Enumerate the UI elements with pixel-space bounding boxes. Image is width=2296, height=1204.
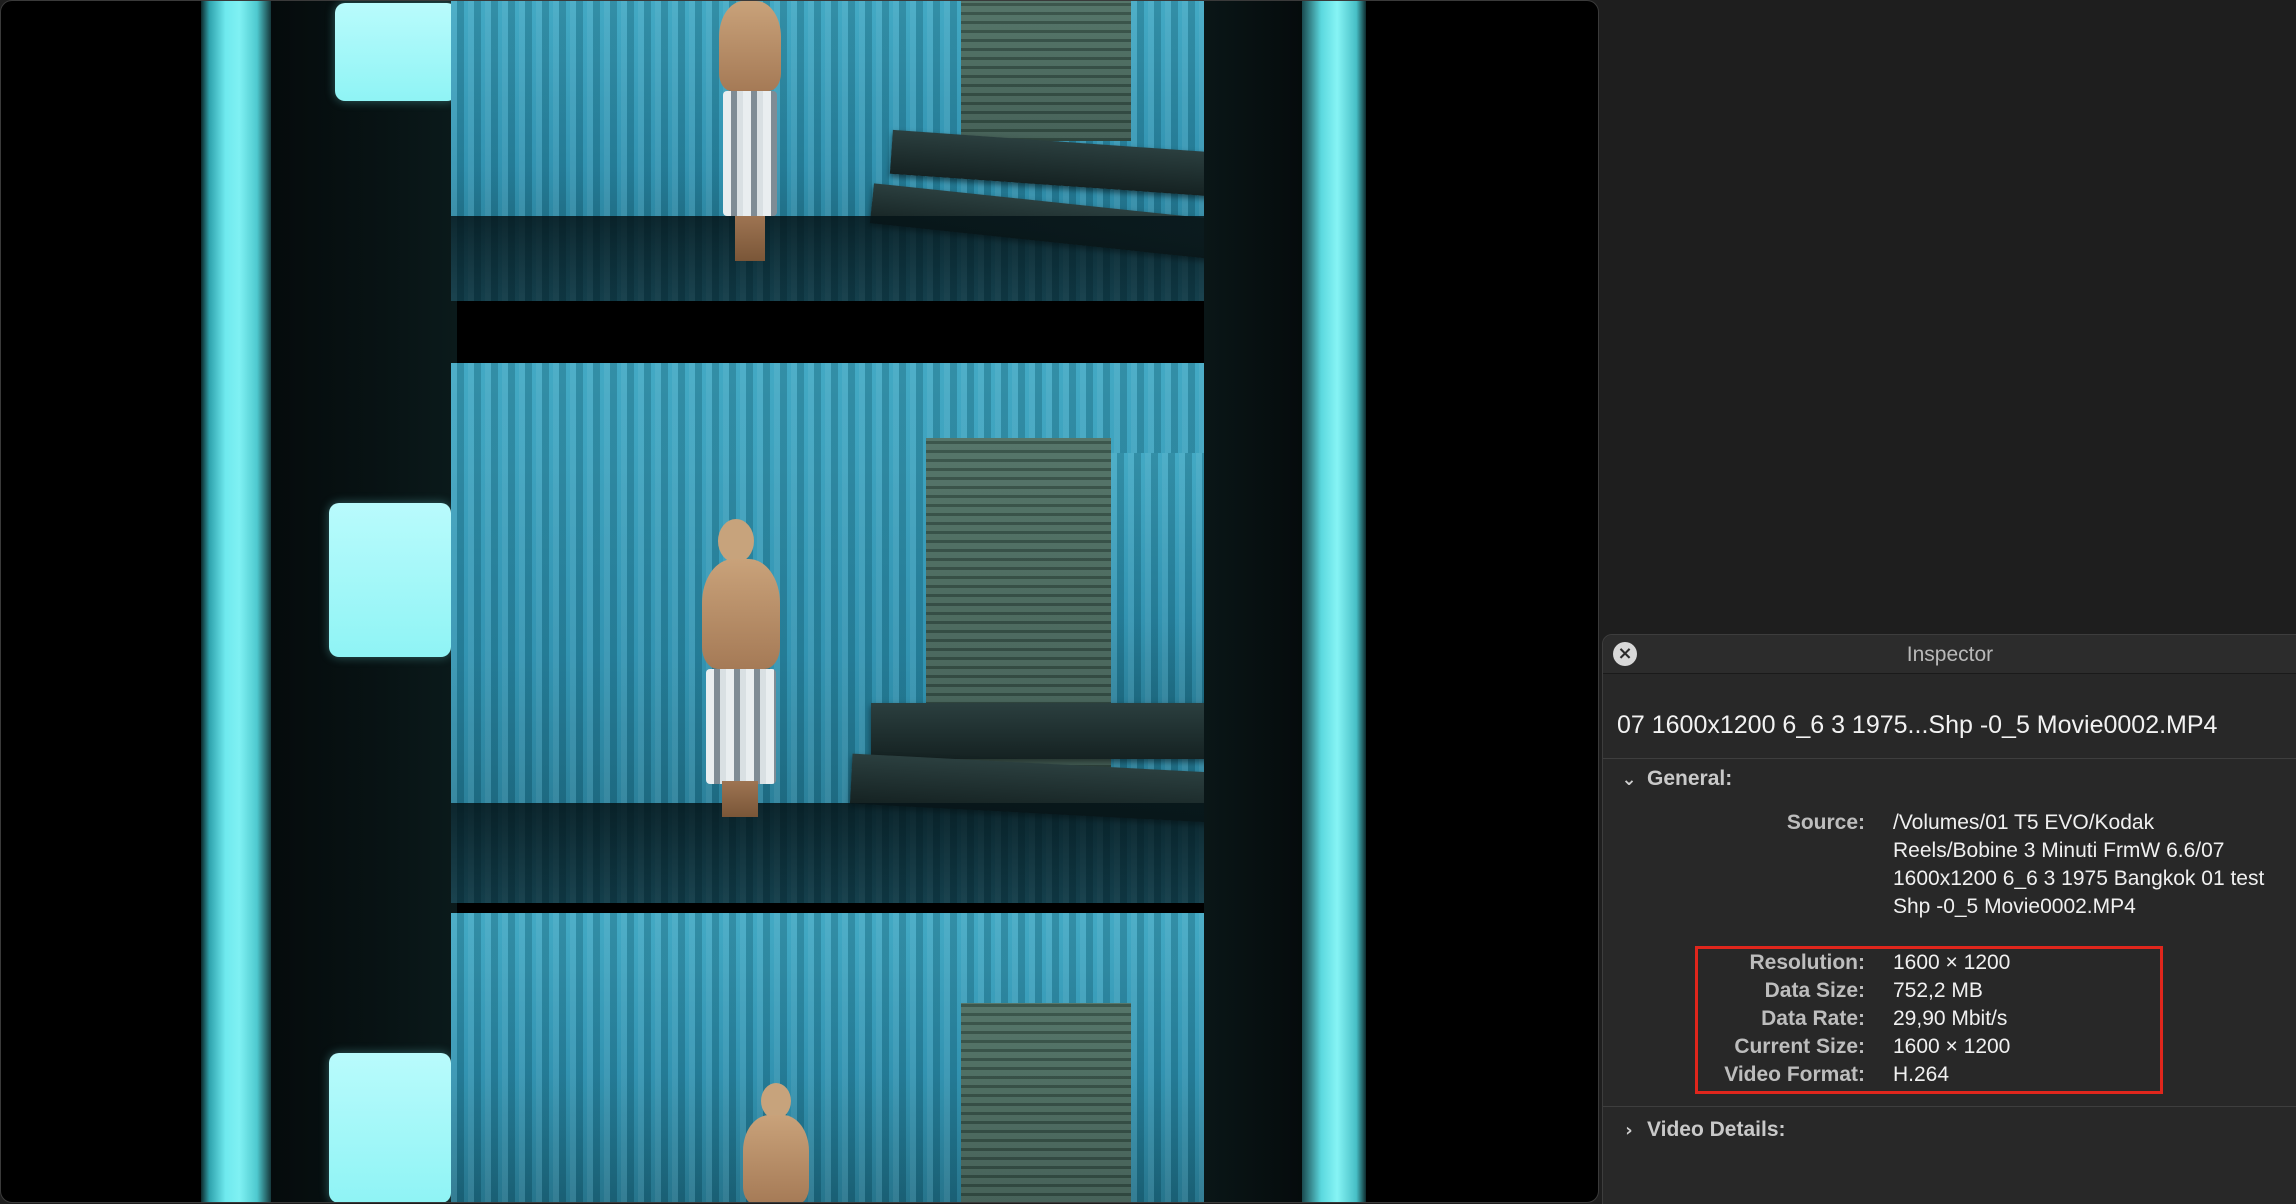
chevron-right-icon: ›: [1625, 1119, 1633, 1141]
sprocket-hole: [335, 3, 457, 101]
video-details-section-toggle[interactable]: › Video Details:: [1621, 1118, 1786, 1142]
film-person-figure: [731, 1083, 821, 1202]
film-person-figure: [686, 519, 796, 819]
chevron-down-icon: ⌄: [1621, 768, 1637, 790]
video-player[interactable]: [0, 0, 1599, 1203]
highlight-annotation-box: [1695, 946, 2163, 1094]
general-section-toggle[interactable]: ⌄ General:: [1621, 767, 1732, 791]
divider: [1603, 1106, 2296, 1107]
divider: [1603, 758, 2296, 759]
inspector-title: Inspector: [1906, 643, 1994, 666]
source-value: /Volumes/01 T5 EVO/Kodak Reels/Bobine 3 …: [1893, 811, 2265, 918]
sprocket-hole: [329, 1053, 451, 1202]
file-name: 07 1600x1200 6_6 3 1975...Shp -0_5 Movie…: [1617, 711, 2218, 739]
film-person-figure: [709, 1, 789, 266]
sprocket-hole: [329, 503, 451, 657]
inspector-titlebar[interactable]: × Inspector: [1603, 635, 2296, 674]
film-frame-middle: [451, 363, 1211, 903]
source-label: Source:: [1786, 811, 1865, 834]
film-frame-top: [451, 1, 1211, 301]
general-section-heading: General:: [1647, 767, 1733, 790]
inspector-panel: × Inspector 07 1600x1200 6_6 3 1975...Sh…: [1602, 634, 2296, 1204]
film-strip-left-edge: [201, 1, 271, 1202]
video-details-heading: Video Details:: [1647, 1118, 1786, 1141]
app-window: × Inspector 07 1600x1200 6_6 3 1975...Sh…: [0, 0, 2296, 1204]
film-strip-right-base: [1204, 1, 1304, 1202]
film-strip-right-edge: [1302, 1, 1366, 1202]
film-frame-bottom: [451, 913, 1211, 1202]
